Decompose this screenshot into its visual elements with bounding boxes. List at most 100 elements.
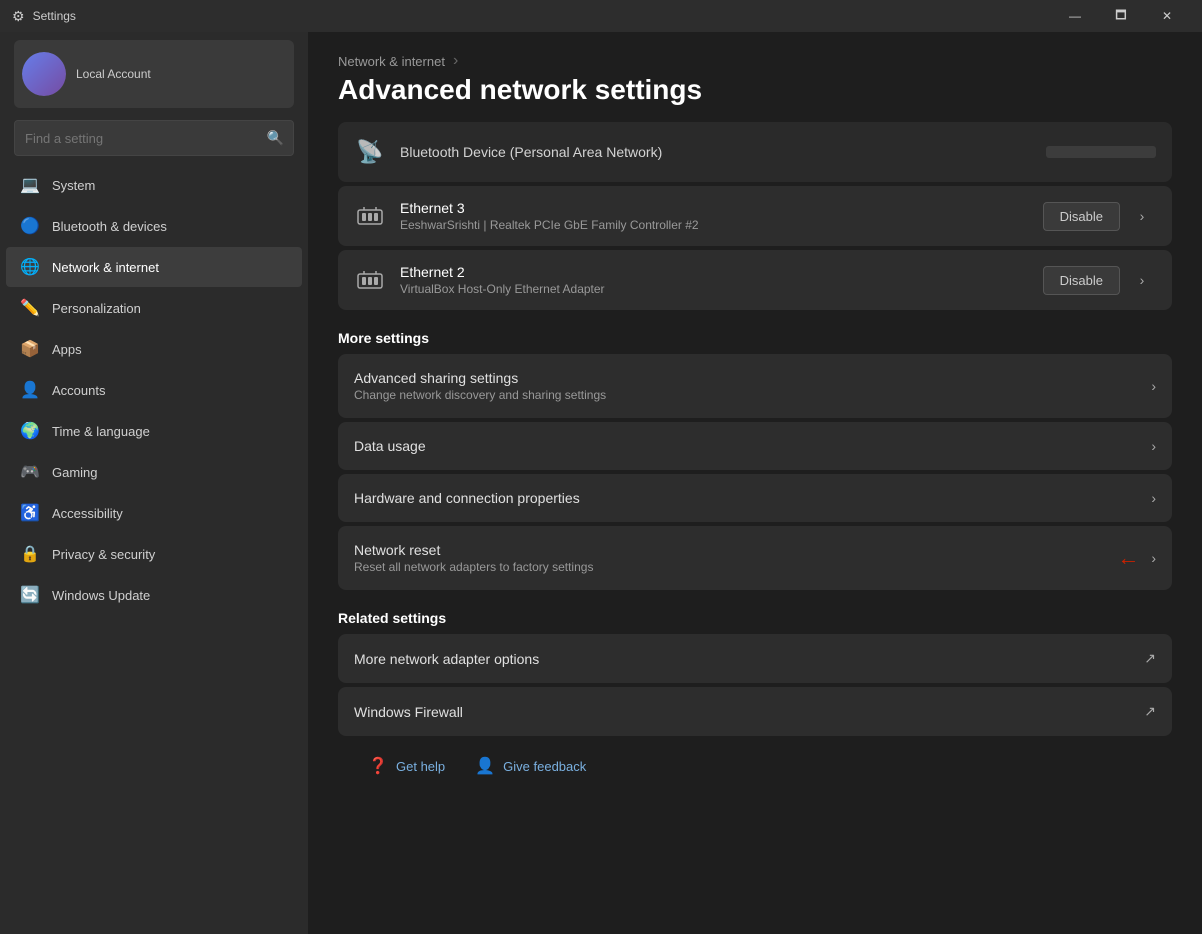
more-setting-row-2[interactable]: Hardware and connection properties › [338,474,1172,522]
more-setting-row-1[interactable]: Data usage › [338,422,1172,470]
content-body: 📡 Bluetooth Device (Personal Area Networ… [308,122,1202,822]
nav-label-update: Windows Update [52,588,288,603]
arrow-annotation: ← [1107,545,1139,571]
titlebar-controls: — 🗖 ✕ [1052,0,1190,32]
partial-adapter-card[interactable]: 📡 Bluetooth Device (Personal Area Networ… [338,122,1172,182]
sidebar: Local Account 🔍 💻 System 🔵 Bluetooth & d… [0,32,308,934]
more-settings-heading: More settings [338,330,1172,346]
search-icon: 🔍 [267,130,284,147]
footer-link-icon-help: ❓ [368,756,388,776]
sidebar-item-personalization[interactable]: ✏️ Personalization [6,288,302,328]
disable-button-1[interactable]: Disable [1043,266,1120,295]
external-link-icon-0: ↗ [1144,650,1156,667]
nav-label-accounts: Accounts [52,383,288,398]
sidebar-item-network[interactable]: 🌐 Network & internet [6,247,302,287]
avatar-image [22,52,66,96]
setting-content-2: Hardware and connection properties [354,490,1139,506]
adapter-card-1: Ethernet 2 VirtualBox Host-Only Ethernet… [338,250,1172,310]
maximize-button[interactable]: 🗖 [1098,0,1144,32]
more-setting-row-0[interactable]: Advanced sharing settings Change network… [338,354,1172,418]
nav-icon-network: 🌐 [20,257,40,277]
adapter-info-1: Ethernet 2 VirtualBox Host-Only Ethernet… [400,264,1029,296]
disable-button-0[interactable]: Disable [1043,202,1120,231]
adapter-name-0: Ethernet 3 [400,200,1029,216]
sidebar-item-time[interactable]: 🌍 Time & language [6,411,302,451]
adapter-info-0: Ethernet 3 EeshwarSrishti | Realtek PCIe… [400,200,1029,232]
nav-icon-apps: 📦 [20,339,40,359]
nav-icon-accounts: 👤 [20,380,40,400]
setting-title-1: Data usage [354,438,1139,454]
page-title: Advanced network settings [338,74,1172,106]
sidebar-item-privacy[interactable]: 🔒 Privacy & security [6,534,302,574]
sidebar-item-accessibility[interactable]: ♿ Accessibility [6,493,302,533]
settings-icon: ⚙ [12,8,25,25]
nav-icon-privacy: 🔒 [20,544,40,564]
sidebar-item-system[interactable]: 💻 System [6,165,302,205]
nav-label-system: System [52,178,288,193]
nav-label-personalization: Personalization [52,301,288,316]
adapter-icon-1 [354,264,386,296]
adapter-name-1: Ethernet 2 [400,264,1029,280]
sidebar-item-apps[interactable]: 📦 Apps [6,329,302,369]
nav-label-time: Time & language [52,424,288,439]
setting-content-1: Data usage [354,438,1139,454]
chevron-icon-1: › [1151,438,1156,454]
adapter-icon-0 [354,200,386,232]
search-container: 🔍 [14,120,294,156]
nav-items-list: 💻 System 🔵 Bluetooth & devices 🌐 Network… [0,164,308,616]
more-settings-list: Advanced sharing settings Change network… [338,354,1172,590]
nav-icon-bluetooth: 🔵 [20,216,40,236]
related-setting-row-0[interactable]: More network adapter options ↗ [338,634,1172,683]
nav-label-apps: Apps [52,342,288,357]
titlebar-title: Settings [33,9,76,23]
nav-icon-gaming: 🎮 [20,462,40,482]
footer-link-icon-feedback: 👤 [475,756,495,776]
related-settings-list: More network adapter options ↗ Windows F… [338,634,1172,736]
more-setting-row-3[interactable]: Network reset Reset all network adapters… [338,526,1172,590]
nav-icon-system: 💻 [20,175,40,195]
nav-icon-update: 🔄 [20,585,40,605]
sidebar-item-update[interactable]: 🔄 Windows Update [6,575,302,615]
app-container: Local Account 🔍 💻 System 🔵 Bluetooth & d… [0,32,1202,934]
sidebar-item-accounts[interactable]: 👤 Accounts [6,370,302,410]
related-content-0: More network adapter options [354,651,1132,667]
chevron-icon-2: › [1151,490,1156,506]
nav-icon-personalization: ✏️ [20,298,40,318]
adapter-desc-1: VirtualBox Host-Only Ethernet Adapter [400,282,1029,296]
adapter-card-0: Ethernet 3 EeshwarSrishti | Realtek PCIe… [338,186,1172,246]
footer-link-help[interactable]: ❓ Get help [368,756,445,776]
nav-label-privacy: Privacy & security [52,547,288,562]
partial-adapter-actions [1046,146,1156,158]
related-title-1: Windows Firewall [354,704,1132,720]
footer-link-feedback[interactable]: 👤 Give feedback [475,756,586,776]
chevron-icon-0: › [1151,378,1156,394]
nav-icon-accessibility: ♿ [20,503,40,523]
expand-button-1[interactable]: › [1128,266,1156,294]
setting-content-0: Advanced sharing settings Change network… [354,370,1139,402]
adapter-desc-0: EeshwarSrishti | Realtek PCIe GbE Family… [400,218,1029,232]
breadcrumb-parent[interactable]: Network & internet [338,54,445,69]
setting-content-3: Network reset Reset all network adapters… [354,542,1095,574]
breadcrumb: Network & internet › [338,52,1172,70]
external-link-icon-1: ↗ [1144,703,1156,720]
user-profile-card[interactable]: Local Account [14,40,294,108]
close-button[interactable]: ✕ [1144,0,1190,32]
related-setting-row-1[interactable]: Windows Firewall ↗ [338,687,1172,736]
related-settings-heading: Related settings [338,610,1172,626]
minimize-button[interactable]: — [1052,0,1098,32]
sidebar-item-gaming[interactable]: 🎮 Gaming [6,452,302,492]
partial-adapter-name: Bluetooth Device (Personal Area Network) [400,144,1032,160]
setting-title-2: Hardware and connection properties [354,490,1139,506]
sidebar-item-bluetooth[interactable]: 🔵 Bluetooth & devices [6,206,302,246]
adapter-cards-list: Ethernet 3 EeshwarSrishti | Realtek PCIe… [338,186,1172,310]
content-header: Network & internet › Advanced network se… [308,32,1202,122]
titlebar-left: ⚙ Settings [12,8,76,25]
nav-label-accessibility: Accessibility [52,506,288,521]
nav-label-bluetooth: Bluetooth & devices [52,219,288,234]
search-input[interactable] [14,120,294,156]
expand-button-0[interactable]: › [1128,202,1156,230]
adapter-actions-1: Disable › [1043,266,1156,295]
adapter-actions-0: Disable › [1043,202,1156,231]
avatar-label: Local Account [76,67,151,81]
nav-label-network: Network & internet [52,260,288,275]
